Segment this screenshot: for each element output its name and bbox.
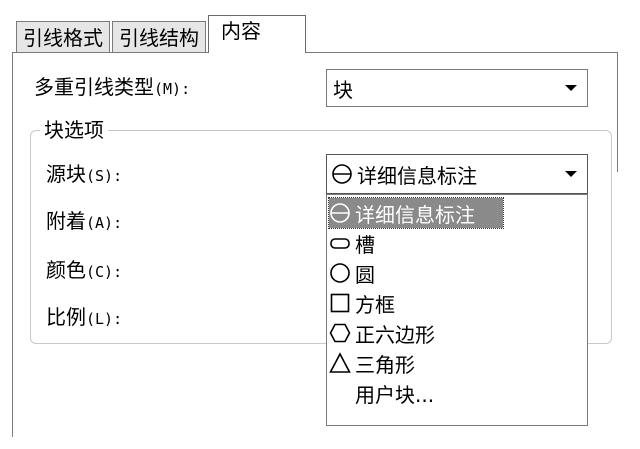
dropdown-item-triangle[interactable]: 三角形 <box>329 348 585 378</box>
circle-icon <box>329 262 351 284</box>
multileader-style-dialog: 引线格式 引线结构 内容 多重引线类型(M): 块 块选项 源块(S): 详细信… <box>0 0 640 449</box>
attachment-label-text: 附着 <box>46 209 86 233</box>
panel-border-right <box>617 52 618 172</box>
chevron-down-icon <box>565 171 577 177</box>
dropdown-item-label: 用户块... <box>355 382 435 407</box>
dropdown-item-label: 三角形 <box>355 352 415 377</box>
dropdown-item-box[interactable]: 方框 <box>329 288 585 318</box>
multileader-type-label: 多重引线类型(M): <box>34 75 190 101</box>
scale-label: 比例(L): <box>46 305 122 331</box>
multileader-type-label-text: 多重引线类型 <box>34 75 154 99</box>
chevron-down-icon <box>565 85 577 91</box>
tab-divider <box>12 52 618 53</box>
triangle-icon <box>329 352 351 374</box>
attachment-label-key: (A): <box>86 214 123 232</box>
dropdown-item-hexagon[interactable]: 正六边形 <box>329 318 585 348</box>
multileader-type-label-key: (M): <box>154 80 191 98</box>
blank-icon <box>329 382 351 404</box>
circle-with-line-icon <box>329 202 351 224</box>
scale-label-text: 比例 <box>46 305 86 329</box>
multileader-type-value: 块 <box>333 77 353 102</box>
block-options-title: 块选项 <box>40 117 108 143</box>
circle-with-line-icon <box>331 163 353 185</box>
dropdown-item-slot[interactable]: 槽 <box>329 228 585 258</box>
dropdown-item-label: 详细信息标注 <box>355 202 475 227</box>
color-label: 颜色(C): <box>46 258 122 284</box>
slot-icon <box>329 232 351 254</box>
panel-border-left <box>12 52 13 437</box>
dropdown-item-user-block[interactable]: 用户块... <box>329 378 585 408</box>
tab-content[interactable]: 内容 <box>208 15 306 53</box>
source-block-label-text: 源块 <box>46 162 86 186</box>
dropdown-item-label: 方框 <box>355 292 395 317</box>
source-block-value: 详细信息标注 <box>357 163 477 188</box>
dropdown-item-label: 圆 <box>355 262 375 287</box>
tab-bar: 引线格式 引线结构 内容 <box>16 15 308 53</box>
tab-leader-structure[interactable]: 引线结构 <box>112 21 206 53</box>
dropdown-item-label: 槽 <box>355 232 375 257</box>
dropdown-item-label: 正六边形 <box>355 322 435 347</box>
source-block-label-key: (S): <box>86 167 123 185</box>
tab-leader-format[interactable]: 引线格式 <box>16 21 110 53</box>
source-block-label: 源块(S): <box>46 162 122 188</box>
multileader-type-select[interactable]: 块 <box>326 69 588 107</box>
scale-label-key: (L): <box>86 310 123 328</box>
box-icon <box>329 292 351 314</box>
hexagon-icon <box>329 322 351 344</box>
attachment-label: 附着(A): <box>46 209 122 235</box>
color-label-key: (C): <box>86 263 123 281</box>
dropdown-item-circle[interactable]: 圆 <box>329 258 585 288</box>
dropdown-item-detail-callout[interactable]: 详细信息标注 <box>328 197 504 229</box>
source-block-dropdown-list: 详细信息标注 槽 圆 方框 正六边形 三角形 用户块... <box>326 194 588 426</box>
color-label-text: 颜色 <box>46 258 86 282</box>
source-block-select[interactable]: 详细信息标注 <box>326 154 588 194</box>
